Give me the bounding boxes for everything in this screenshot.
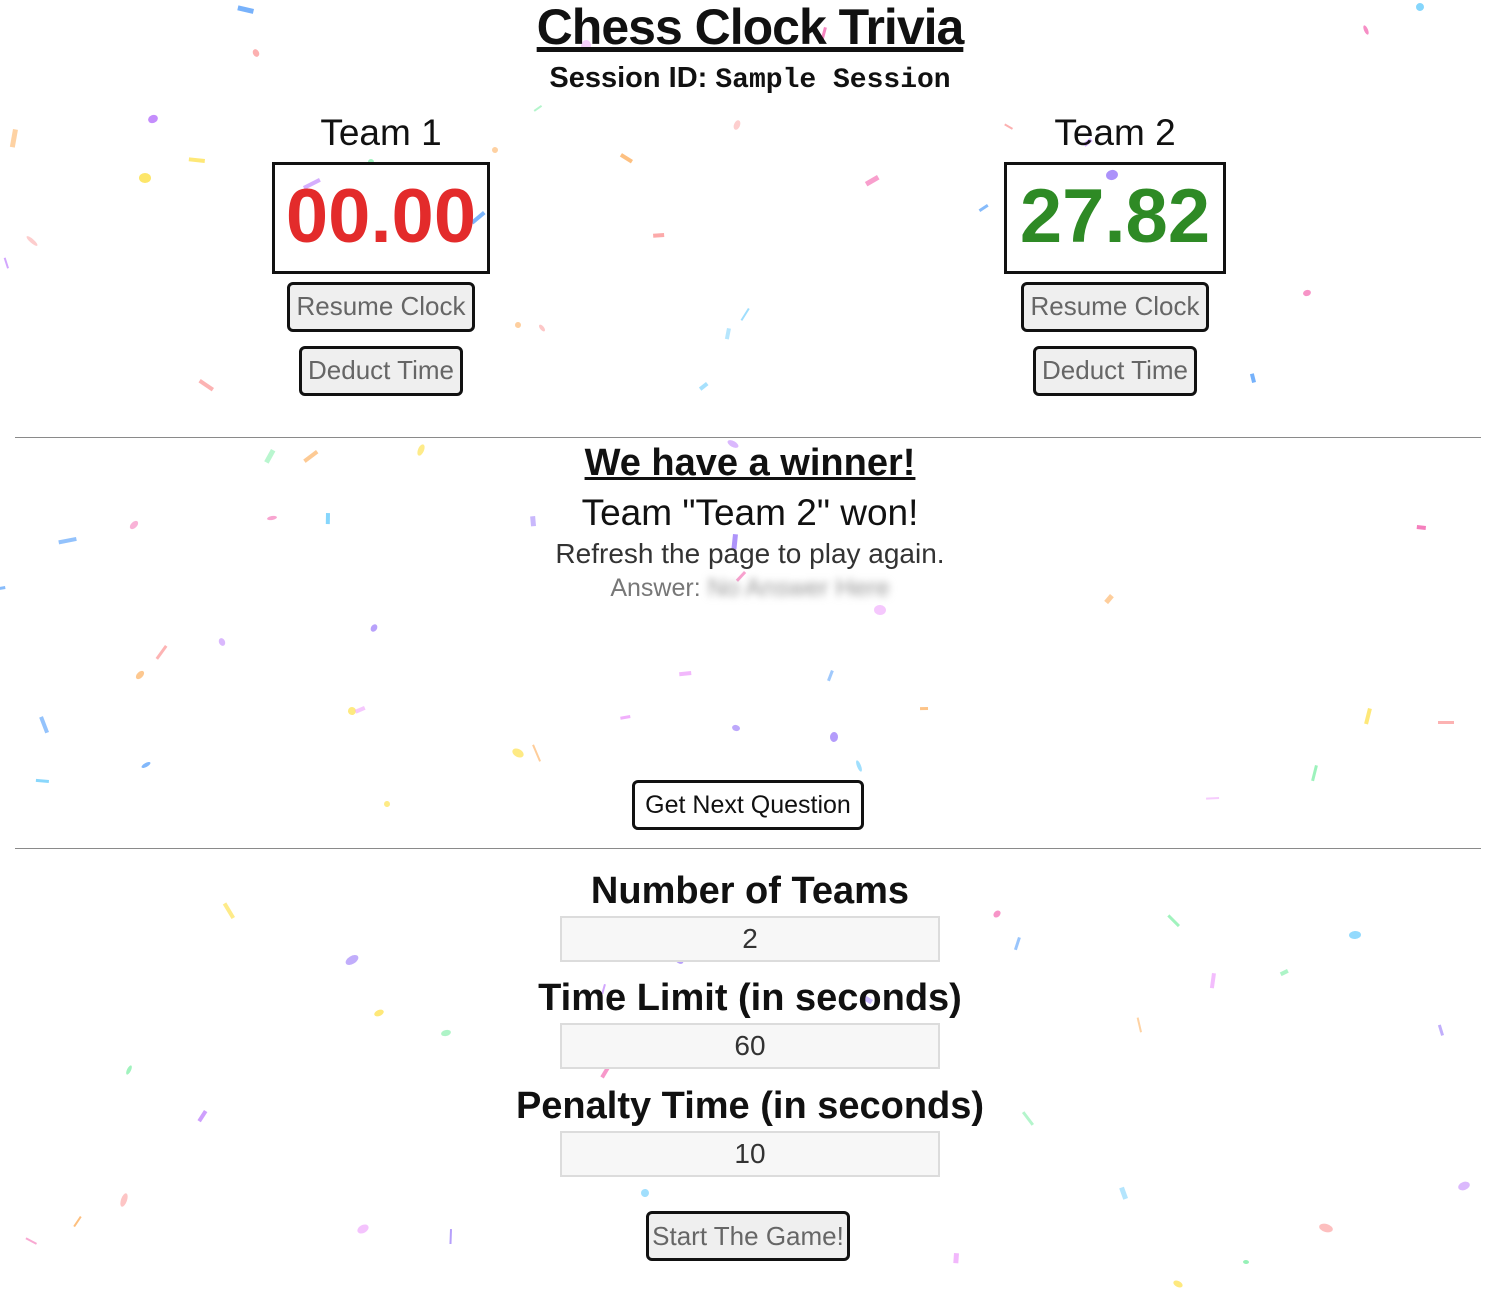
confetti-piece	[1173, 1280, 1183, 1288]
confetti-piece	[139, 172, 151, 184]
confetti-piece	[1167, 914, 1181, 928]
confetti-piece	[155, 645, 168, 660]
team-1-resume-clock-button[interactable]: Resume Clock	[287, 282, 475, 332]
page-title: Chess Clock Trivia	[536, 0, 965, 55]
confetti-piece	[532, 744, 541, 762]
confetti-piece	[441, 1029, 451, 1037]
confetti-piece	[1437, 1024, 1445, 1036]
penalty-time-input[interactable]: 10	[560, 1131, 940, 1177]
confetti-piece	[345, 955, 359, 965]
team-1-deduct-time-button[interactable]: Deduct Time	[299, 346, 463, 396]
time-limit-label: Time Limit (in seconds)	[538, 977, 962, 1019]
confetti-piece	[653, 232, 665, 238]
confetti-piece	[126, 1065, 132, 1075]
confetti-piece	[39, 716, 49, 734]
confetti-piece	[512, 748, 524, 758]
confetti-piece	[920, 707, 929, 711]
confetti-piece	[620, 715, 631, 720]
confetti-piece	[539, 324, 545, 332]
confetti-piece	[148, 114, 158, 124]
penalty-time-label: Penalty Time (in seconds)	[515, 1085, 985, 1127]
confetti-piece	[1438, 721, 1454, 724]
confetti-piece	[1206, 796, 1220, 800]
confetti-piece	[1349, 930, 1361, 940]
refresh-instruction: Refresh the page to play again.	[555, 538, 945, 569]
session-id: Sample Session	[715, 65, 951, 96]
confetti-piece	[1311, 765, 1318, 782]
confetti-piece	[1013, 937, 1021, 951]
confetti-piece	[218, 638, 226, 646]
confetti-piece	[856, 760, 862, 772]
winner-heading: We have a winner!	[584, 442, 916, 484]
confetti-piece	[198, 379, 215, 392]
time-limit-input[interactable]: 60	[560, 1023, 940, 1069]
team-1-panel: Team 1 00.00 Resume Clock Deduct Time	[231, 110, 531, 396]
divider-top	[15, 437, 1481, 438]
confetti-piece	[35, 778, 49, 783]
confetti-piece	[619, 153, 633, 164]
confetti-piece	[135, 670, 145, 680]
page: Chess Clock Trivia Session ID: Sample Se…	[0, 0, 1500, 1300]
confetti-piece	[348, 707, 356, 715]
confetti-piece	[370, 624, 378, 632]
team-1-clock: 00.00	[272, 162, 490, 274]
get-next-question-button[interactable]: Get Next Question	[632, 780, 864, 830]
confetti-piece	[141, 762, 151, 768]
answer-value: No Answer Here	[707, 574, 890, 602]
confetti-piece	[449, 1229, 452, 1245]
winner-message: Team "Team 2" won!	[581, 492, 919, 533]
confetti-piece	[354, 705, 366, 714]
confetti-piece	[733, 120, 741, 130]
confetti-piece	[533, 104, 543, 112]
team-2-panel: Team 2 27.82 Resume Clock Deduct Time	[965, 110, 1265, 396]
confetti-piece	[188, 157, 205, 163]
confetti-piece	[864, 175, 880, 187]
confetti-piece	[1458, 1181, 1470, 1191]
confetti-piece	[1119, 1186, 1128, 1200]
confetti-piece	[827, 670, 834, 682]
start-game-button[interactable]: Start The Game!	[646, 1211, 850, 1261]
confetti-piece	[1303, 289, 1311, 297]
confetti-piece	[3, 257, 10, 269]
confetti-piece	[73, 1216, 82, 1228]
number-of-teams-label: Number of Teams	[590, 870, 910, 912]
answer-line: Answer: No Answer Here	[0, 574, 1500, 603]
confetti-piece	[120, 1193, 128, 1207]
confetti-piece	[740, 307, 750, 321]
confetti-piece	[1364, 708, 1372, 725]
confetti-piece	[953, 1253, 959, 1264]
answer-label: Answer:	[610, 574, 701, 602]
session-info: Session ID: Sample Session	[0, 62, 1500, 96]
confetti-piece	[25, 1237, 37, 1245]
session-label: Session ID:	[549, 62, 708, 94]
confetti-piece	[724, 328, 731, 340]
divider-bottom	[15, 848, 1481, 849]
confetti-piece	[384, 801, 390, 807]
team-2-resume-clock-button[interactable]: Resume Clock	[1021, 282, 1209, 332]
confetti-piece	[698, 382, 709, 391]
confetti-piece	[679, 671, 692, 677]
confetti-piece	[9, 129, 18, 148]
number-of-teams-input[interactable]: 2	[560, 916, 940, 962]
confetti-piece	[874, 604, 886, 616]
confetti-piece	[1279, 969, 1289, 977]
confetti-piece	[1243, 1259, 1249, 1265]
confetti-piece	[732, 724, 740, 732]
team-2-name: Team 2	[1054, 112, 1176, 153]
confetti-piece	[829, 732, 839, 742]
team-2-clock: 27.82	[1004, 162, 1226, 274]
confetti-piece	[1319, 1223, 1333, 1233]
team-1-name: Team 1	[320, 112, 442, 153]
confetti-piece	[641, 1189, 649, 1197]
team-2-deduct-time-button[interactable]: Deduct Time	[1033, 346, 1197, 396]
confetti-piece	[26, 236, 38, 246]
confetti-piece	[357, 1224, 369, 1234]
